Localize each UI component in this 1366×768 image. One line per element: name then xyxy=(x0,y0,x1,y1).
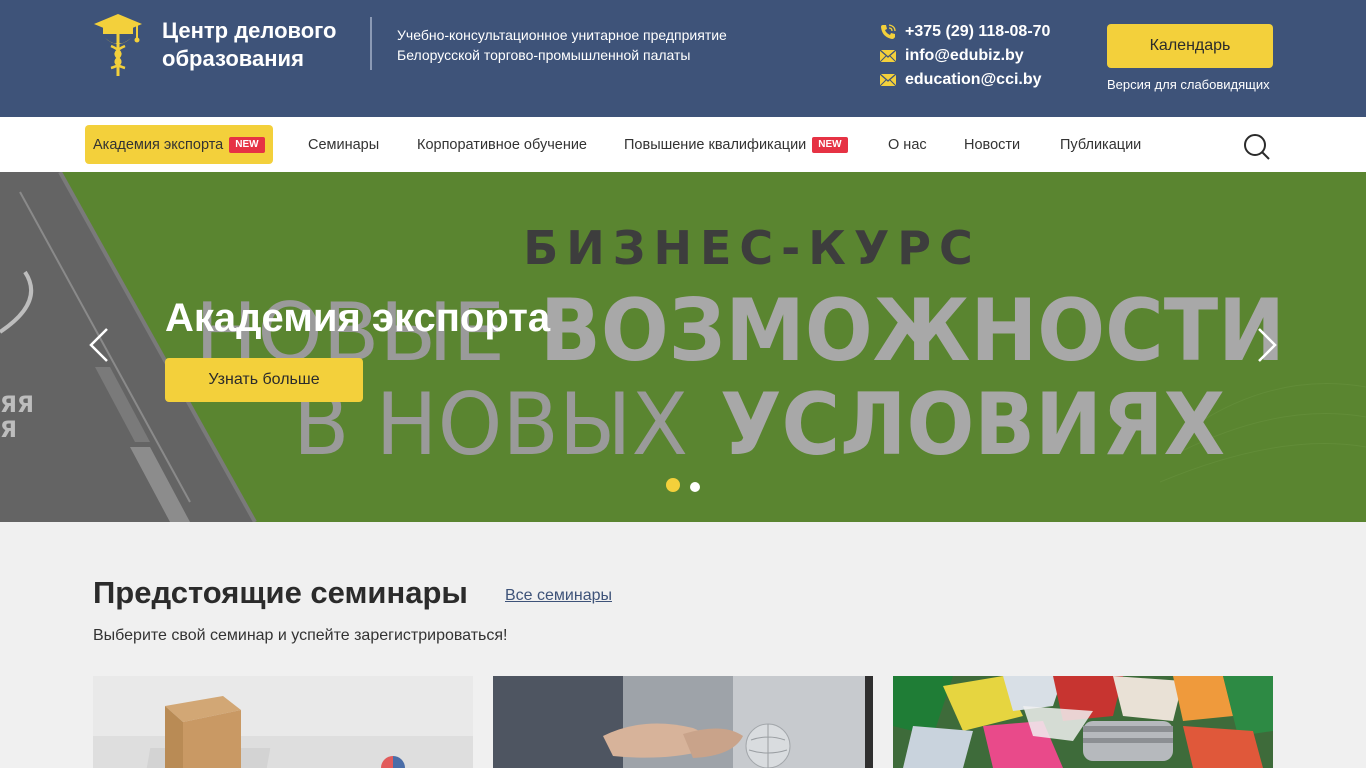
phone-icon xyxy=(879,24,897,39)
seminar-card-image xyxy=(893,676,1273,768)
hero-slider: ЯЯ Я БИЗНЕС-КУРС НОВЫЕ ВОЗМОЖНОСТИ В НОВ… xyxy=(0,172,1366,522)
email-2: education@cci.by xyxy=(905,71,1042,88)
learn-more-button[interactable]: Узнать больше xyxy=(165,358,363,402)
nav-item-label: Семинары xyxy=(308,136,380,153)
org-line-1: Учебно-консультационное унитарное предпр… xyxy=(397,27,727,43)
mail-icon xyxy=(879,73,897,87)
slider-dot-1[interactable] xyxy=(666,478,680,492)
brand-name[interactable]: Центр делового образования xyxy=(162,17,362,73)
accessible-version-link[interactable]: Версия для слабовидящих xyxy=(1107,77,1277,92)
banner-bold-1: ВОЗМОЖНОСТИ xyxy=(540,281,1285,381)
hero-title: Академия экспорта xyxy=(165,296,551,340)
nav-item-news[interactable]: Новости xyxy=(964,125,1020,164)
nav-item-qualification[interactable]: Повышение квалификации NEW xyxy=(624,125,848,164)
nav-item-publications[interactable]: Публикации xyxy=(1060,125,1141,164)
slider-dot-2[interactable] xyxy=(690,482,700,492)
seminar-card[interactable] xyxy=(893,676,1273,768)
search-icon[interactable] xyxy=(1243,133,1271,161)
mail-icon xyxy=(879,49,897,63)
nav-item-label: О нас xyxy=(888,136,927,153)
nav-item-label: Публикации xyxy=(1060,136,1142,153)
nav-item-label: Академия экспорта xyxy=(93,136,224,153)
nav-item-label: Новости xyxy=(964,136,1021,153)
seminar-card-image xyxy=(493,676,873,768)
new-badge: NEW xyxy=(812,136,848,153)
org-line-2: Белорусской торгово-промышленной палаты xyxy=(397,47,691,63)
section-title: Предстоящие семинары xyxy=(93,575,468,610)
contacts-block: +375 (29) 118-08-70 info@edubiz.by educa… xyxy=(879,20,1050,92)
nav-item-label: Корпоративное обучение xyxy=(417,136,587,153)
nav-item-about[interactable]: О нас xyxy=(888,125,927,164)
nav-item-export-academy[interactable]: Академия экспорта NEW xyxy=(85,125,273,164)
all-seminars-link[interactable]: Все семинары xyxy=(505,587,612,605)
nav-item-label: Повышение квалификации xyxy=(624,136,807,153)
side-text-1: ЯЯ xyxy=(0,393,34,418)
section-subtitle: Выберите свой семинар и успейте зарегист… xyxy=(93,627,508,644)
nav-item-seminars[interactable]: Семинары xyxy=(308,125,379,164)
nav-item-corporate-training[interactable]: Корпоративное обучение xyxy=(417,125,587,164)
phone-link[interactable]: +375 (29) 118-08-70 xyxy=(879,20,1050,44)
brand-line-2: образования xyxy=(162,46,304,71)
top-header: Центр делового образования Учебно-консул… xyxy=(0,0,1366,117)
email-1: info@edubiz.by xyxy=(905,47,1024,64)
banner-line-1: БИЗНЕС-КУРС xyxy=(523,221,981,275)
main-nav: Академия экспорта NEW Семинары Корпорати… xyxy=(0,117,1366,172)
email-link-1[interactable]: info@edubiz.by xyxy=(879,44,1050,68)
brand-line-1: Центр делового xyxy=(162,18,337,43)
new-badge: NEW xyxy=(229,136,265,153)
hero-banner-image: ЯЯ Я БИЗНЕС-КУРС НОВЫЕ ВОЗМОЖНОСТИ В НОВ… xyxy=(0,172,1366,522)
seminar-card[interactable] xyxy=(493,676,873,768)
calendar-button[interactable]: Календарь xyxy=(1107,24,1273,68)
chevron-left-icon[interactable] xyxy=(87,327,111,363)
seminar-card[interactable] xyxy=(93,676,473,768)
chevron-right-icon[interactable] xyxy=(1255,327,1279,363)
seminar-card-image xyxy=(93,676,473,768)
organization-description: Учебно-консультационное унитарное предпр… xyxy=(397,25,797,65)
logo-icon[interactable] xyxy=(93,12,143,78)
phone-number: +375 (29) 118-08-70 xyxy=(905,23,1051,40)
header-divider xyxy=(370,17,372,70)
side-text-2: Я xyxy=(0,418,17,443)
email-link-2[interactable]: education@cci.by xyxy=(879,68,1050,92)
banner-bold-2: УСЛОВИЯХ xyxy=(720,375,1225,475)
